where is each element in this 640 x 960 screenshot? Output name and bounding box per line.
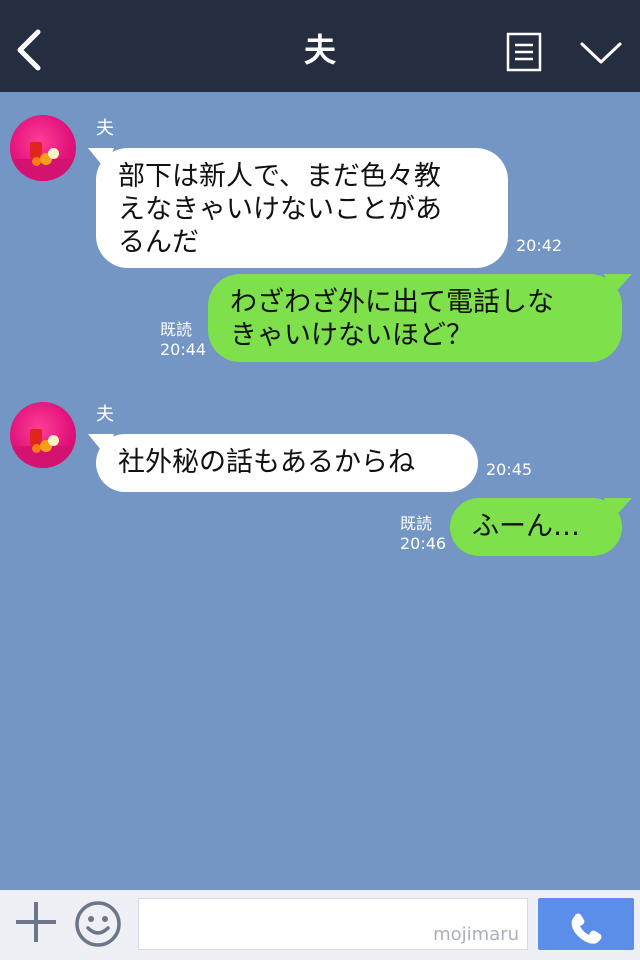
chat-area[interactable]: 夫 部下は新人で、まだ色々教 えなきゃいけないことがあ るんだ 20:42 既読… — [0, 92, 640, 890]
message-time: 20:45 — [486, 460, 533, 479]
outgoing-message-bubble[interactable]: ふーん… — [450, 498, 640, 556]
menu-list-icon[interactable] — [506, 32, 542, 72]
outgoing-message-bubble[interactable]: わざわざ外に出て電話しな きゃいけないほど？ — [208, 274, 640, 362]
message-text: わざわざ外に出て電話しな きゃいけないほど？ — [230, 287, 554, 351]
message-text: 部下は新人で、まだ色々教 えなきゃいけないことがあ るんだ — [118, 161, 442, 258]
sender-avatar[interactable] — [10, 115, 76, 181]
smiley-icon[interactable] — [74, 900, 122, 948]
message-time: 20:46 — [400, 534, 447, 553]
incoming-message-bubble[interactable]: 部下は新人で、まだ色々教 えなきゃいけないことがあ るんだ — [79, 148, 508, 268]
sender-avatar[interactable] — [10, 402, 76, 468]
message-text: 社外秘の話もあるからね — [118, 447, 415, 478]
watermark-text: mojimaru — [433, 924, 519, 945]
read-status: 既読 20:46 — [400, 514, 446, 554]
message-text: ふーん… — [472, 511, 580, 542]
input-bar: mojimaru — [0, 890, 640, 960]
incoming-message-bubble[interactable]: 社外秘の話もあるからね — [79, 434, 478, 492]
read-label: 既読 — [160, 320, 193, 339]
chat-title: 夫 — [303, 31, 336, 69]
read-status: 既読 20:44 — [160, 320, 206, 360]
read-label: 既読 — [400, 514, 433, 533]
plus-icon[interactable] — [14, 900, 58, 944]
sender-name: 夫 — [96, 118, 114, 139]
message-time: 20:44 — [160, 340, 207, 359]
message-input[interactable]: mojimaru — [138, 898, 528, 950]
call-button[interactable] — [538, 898, 634, 950]
chat-header: 夫 — [0, 0, 640, 92]
message-time: 20:42 — [516, 236, 563, 255]
phone-icon — [571, 913, 602, 944]
sender-name: 夫 — [96, 404, 114, 425]
chevron-down-icon[interactable] — [578, 36, 624, 70]
